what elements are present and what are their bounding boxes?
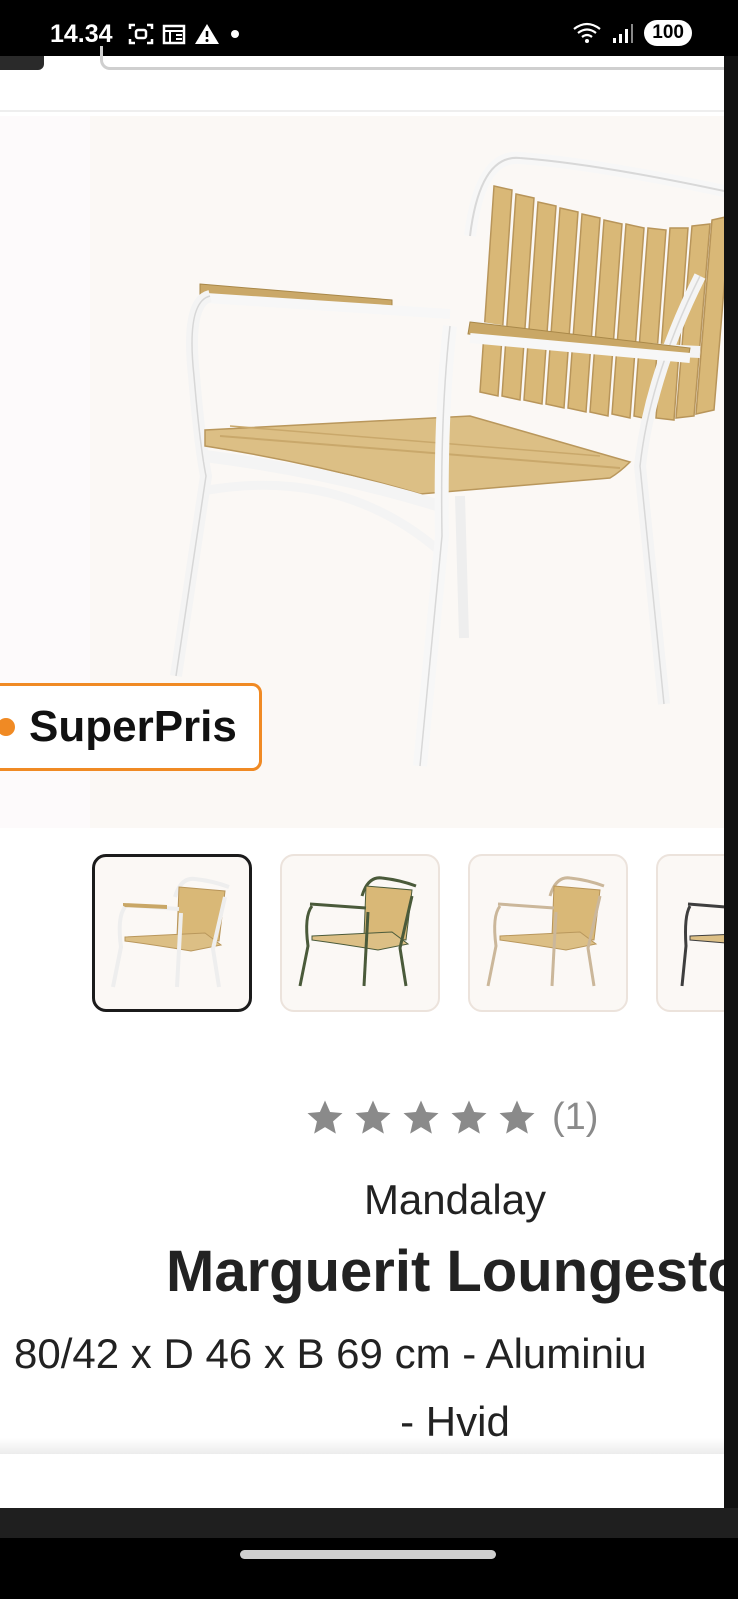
screen-edge [724, 56, 738, 1508]
chair-beige-frame-thumbnail [486, 876, 605, 987]
star-icon [451, 1100, 487, 1134]
search-input[interactable] [100, 46, 738, 70]
product-brand[interactable]: Mandalay [0, 1176, 738, 1224]
thumbnail-1[interactable] [92, 854, 252, 1012]
product-description-line-1: 80/42 x D 46 x B 69 cm - Aluminiu [14, 1330, 647, 1377]
star-icon [307, 1100, 343, 1134]
screenshot-icon [128, 23, 154, 45]
star-icon [403, 1100, 439, 1134]
menu-tab[interactable] [0, 56, 44, 70]
product-title: Marguerit Loungesto [166, 1239, 738, 1304]
thumbnail-3[interactable] [468, 854, 628, 1012]
home-indicator[interactable] [240, 1550, 496, 1559]
top-header [0, 46, 738, 112]
superpris-badge: SuperPris [0, 683, 262, 771]
rating[interactable]: (1) [304, 1096, 598, 1139]
wifi-icon [573, 22, 601, 43]
status-icons-right: 100 [572, 20, 692, 46]
star-icon [499, 1100, 535, 1134]
warning-icon [195, 24, 219, 44]
battery-icon: 100 [644, 20, 692, 46]
status-time: 14.34 [50, 20, 113, 48]
bottom-area [0, 1454, 738, 1508]
divider [0, 110, 738, 112]
chair-white-frame-thumbnail [111, 876, 230, 988]
dot-icon [231, 30, 239, 38]
thumbnail-strip [92, 854, 738, 1016]
signal-icon [613, 24, 634, 43]
thumbnail-2[interactable] [280, 854, 440, 1012]
product-image[interactable]: SuperPris [0, 116, 738, 828]
scroll-fade [0, 1438, 738, 1454]
screen: 14.34 100 SuperPris (1) Mandalay Marguer… [0, 0, 738, 1599]
rating-count[interactable]: (1) [552, 1096, 598, 1139]
superpris-label: SuperPris [29, 702, 237, 751]
calendar-icon [162, 24, 186, 45]
badge-dot-icon [0, 718, 15, 736]
navigation-bar-lower [0, 1538, 738, 1599]
navigation-bar [0, 1508, 738, 1599]
chair-green-frame-thumbnail [298, 876, 417, 987]
status-icons-left [128, 22, 242, 46]
star-icon [355, 1100, 391, 1134]
